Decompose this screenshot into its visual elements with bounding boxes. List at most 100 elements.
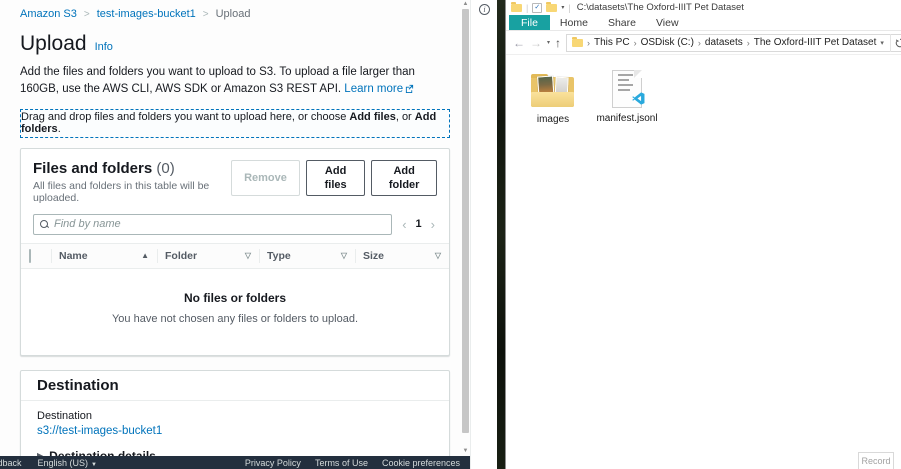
address-bar[interactable]: › This PC › OSDisk (C:) › datasets › The… — [566, 34, 901, 52]
terms-of-use-link[interactable]: Terms of Use — [315, 458, 368, 468]
destination-panel: Destination Destination s3://test-images… — [20, 370, 450, 469]
address-segment-osdisk[interactable]: OSDisk (C:) — [641, 37, 694, 48]
privacy-policy-link[interactable]: Privacy Policy — [245, 458, 301, 468]
refresh-button[interactable] — [890, 34, 901, 52]
ribbon-tabs: File Home Share View — [506, 15, 901, 31]
dropzone-add-files: Add files — [349, 111, 395, 123]
forward-icon[interactable]: → — [530, 37, 542, 49]
breadcrumb: Amazon S3 > test-images-bucket1 > Upload — [20, 8, 450, 20]
address-separator-icon: › — [587, 38, 590, 48]
address-separator-icon: › — [698, 38, 701, 48]
tab-share[interactable]: Share — [598, 15, 646, 30]
new-folder-icon[interactable] — [546, 4, 557, 12]
tab-file[interactable]: File — [509, 15, 550, 30]
select-all-header — [21, 243, 51, 268]
item-label: manifest.jsonl — [596, 113, 657, 124]
add-folder-button[interactable]: Add folder — [371, 160, 437, 196]
files-panel-title: Files and folders (0) — [33, 160, 231, 177]
remove-button[interactable]: Remove — [231, 160, 300, 196]
destination-label: Destination — [37, 410, 433, 422]
separator: | — [568, 3, 570, 13]
window-title: C:\datasets\The Oxford-IIIT Pet Dataset — [577, 2, 744, 13]
intro-text: Add the files and folders you want to up… — [20, 64, 440, 99]
quick-access-toolbar-caret-icon[interactable]: ▾ — [561, 4, 564, 11]
sort-icon: ▽ — [341, 251, 347, 260]
search-box — [33, 214, 392, 235]
pagination: ‹ 1 › — [402, 218, 437, 231]
page-next-icon[interactable]: › — [431, 218, 435, 231]
vscode-badge-icon — [632, 92, 645, 105]
files-table: Name▲ Folder▽ Type▽ Size▽ — [21, 243, 449, 269]
files-panel-subtitle: All files and folders in this table will… — [33, 180, 231, 204]
tab-home[interactable]: Home — [550, 15, 598, 30]
folder-with-photos-icon — [530, 69, 576, 109]
language-selector[interactable]: English (US)▼ — [38, 458, 97, 468]
aws-console-window: Amazon S3 > test-images-bucket1 > Upload… — [0, 0, 497, 469]
destination-bucket-link[interactable]: s3://test-images-bucket1 — [37, 425, 433, 437]
feedback-link[interactable]: Feedback — [0, 458, 22, 468]
breadcrumb-separator-icon: > — [203, 9, 209, 20]
add-files-button[interactable]: Add files — [306, 160, 365, 196]
sort-icon: ▽ — [245, 251, 251, 260]
address-dropdown-icon[interactable]: ▾ — [880, 39, 884, 47]
search-icon — [40, 220, 49, 229]
column-header-folder[interactable]: Folder▽ — [157, 243, 259, 268]
empty-state: No files or folders You have not chosen … — [21, 269, 449, 355]
sort-icon: ▽ — [435, 251, 441, 260]
screenshot-stage: Amazon S3 > test-images-bucket1 > Upload… — [0, 0, 901, 469]
empty-state-message: You have not chosen any files or folders… — [21, 313, 449, 325]
back-icon[interactable]: ← — [513, 37, 525, 49]
breadcrumb-bucket[interactable]: test-images-bucket1 — [97, 8, 196, 20]
file-list: images manifest.jsonl — [506, 55, 901, 125]
page-scrollbar[interactable]: ▲ ▼ — [461, 0, 470, 456]
learn-more-link[interactable]: Learn more — [344, 83, 414, 95]
file-item-manifest[interactable]: manifest.jsonl — [598, 69, 656, 124]
properties-icon[interactable]: ✓ — [532, 3, 542, 13]
file-explorer-window: | ✓ ▾ | C:\datasets\The Oxford-IIIT Pet … — [505, 0, 901, 469]
aws-upload-page: Amazon S3 > test-images-bucket1 > Upload… — [0, 0, 470, 469]
files-count: (0) — [156, 160, 174, 177]
scroll-up-icon[interactable]: ▲ — [461, 1, 470, 7]
help-side-strip: i — [470, 0, 497, 469]
scrollbar-thumb[interactable] — [462, 9, 469, 433]
info-link[interactable]: Info — [95, 41, 113, 53]
breadcrumb-separator-icon: > — [84, 9, 90, 20]
aws-footer: Feedback English (US)▼ Privacy Policy Te… — [0, 456, 470, 469]
destination-panel-title: Destination — [21, 371, 449, 401]
desktop-wallpaper-strip — [497, 0, 505, 469]
item-label: images — [537, 114, 569, 125]
tab-view[interactable]: View — [646, 15, 689, 30]
address-separator-icon: › — [634, 38, 637, 48]
search-input[interactable] — [54, 218, 385, 230]
address-separator-icon: › — [747, 38, 750, 48]
folder-item-images[interactable]: images — [524, 69, 582, 125]
recent-locations-caret-icon[interactable]: ▾ — [547, 39, 550, 46]
select-all-checkbox[interactable] — [29, 249, 31, 263]
explorer-titlebar: | ✓ ▾ | C:\datasets\The Oxford-IIIT Pet … — [506, 0, 901, 15]
info-panel-icon[interactable]: i — [479, 4, 490, 15]
record-button[interactable]: Record — [858, 452, 894, 469]
scroll-down-icon[interactable]: ▼ — [461, 448, 470, 454]
page-number[interactable]: 1 — [416, 218, 422, 230]
breadcrumb-amazon-s3[interactable]: Amazon S3 — [20, 8, 77, 20]
address-segment-dataset-folder[interactable]: The Oxford-IIIT Pet Dataset — [754, 37, 877, 48]
jsonl-document-icon — [612, 70, 642, 108]
page-prev-icon[interactable]: ‹ — [402, 218, 406, 231]
explorer-app-icon — [511, 4, 522, 12]
column-header-name[interactable]: Name▲ — [51, 243, 157, 268]
column-header-size[interactable]: Size▽ — [355, 243, 449, 268]
page-title: Upload — [20, 32, 87, 56]
up-icon[interactable]: ↑ — [555, 37, 561, 49]
refresh-icon — [895, 38, 901, 48]
caret-down-icon: ▼ — [91, 462, 97, 468]
column-header-type[interactable]: Type▽ — [259, 243, 355, 268]
drag-drop-zone[interactable]: Drag and drop files and folders you want… — [20, 109, 450, 138]
external-link-icon — [405, 84, 414, 93]
address-folder-icon — [572, 39, 583, 47]
cookie-preferences-link[interactable]: Cookie preferences — [382, 458, 460, 468]
files-and-folders-panel: Files and folders (0) All files and fold… — [20, 148, 450, 356]
address-segment-this-pc[interactable]: This PC — [594, 37, 630, 48]
address-segment-datasets[interactable]: datasets — [705, 37, 743, 48]
separator: | — [526, 3, 528, 13]
empty-state-title: No files or folders — [21, 291, 449, 305]
